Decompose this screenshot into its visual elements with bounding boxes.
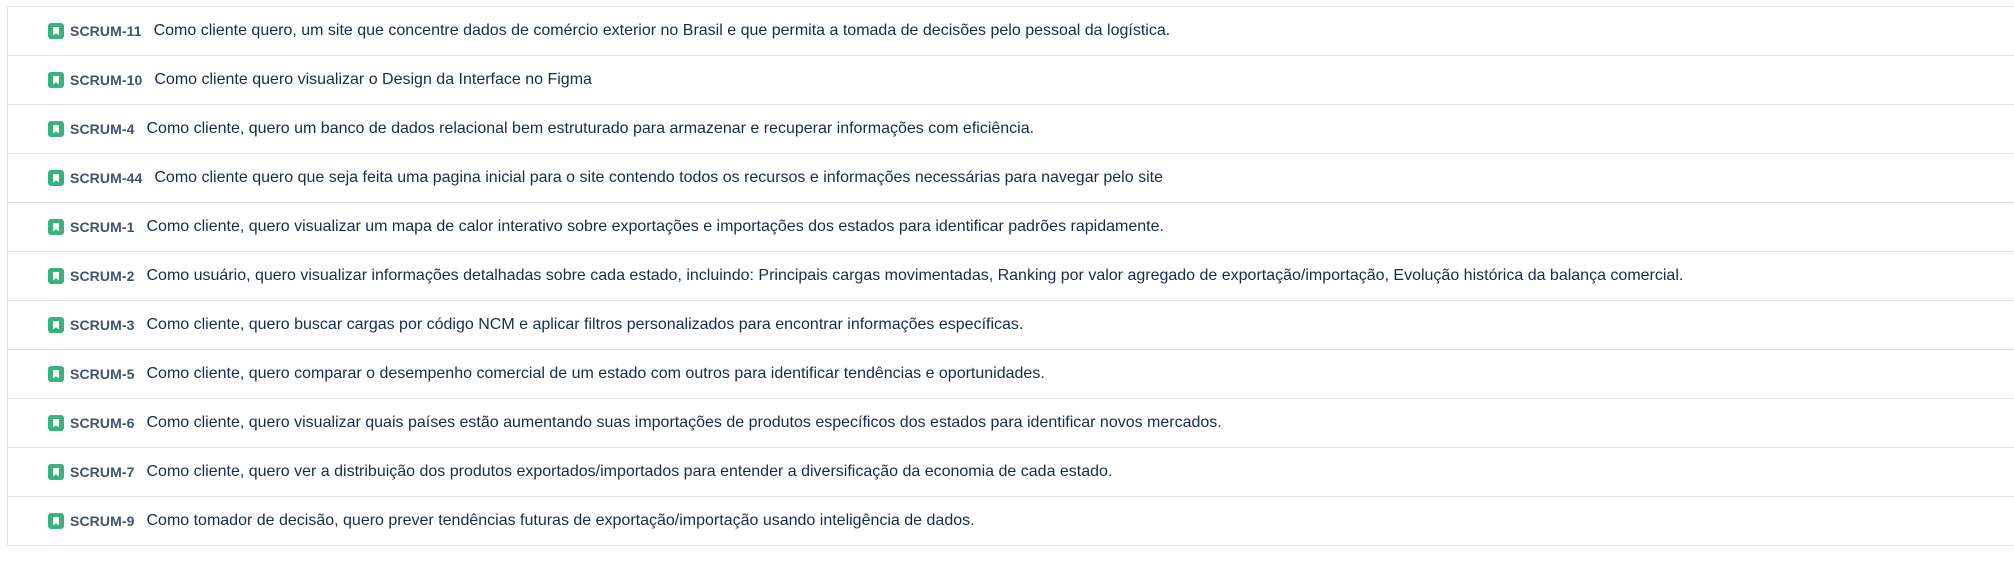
story-bookmark-icon [48,268,64,284]
issue-summary[interactable]: Como cliente, quero ver a distribuição d… [146,463,1112,481]
issue-summary[interactable]: Como cliente, quero um banco de dados re… [146,120,1034,138]
story-bookmark-icon [48,464,64,480]
issue-key[interactable]: SCRUM-10 [70,72,142,88]
story-bookmark-icon [48,170,64,186]
story-bookmark-icon [48,415,64,431]
issue-summary[interactable]: Como cliente quero visualizar o Design d… [154,71,592,89]
issue-row[interactable]: SCRUM-1 Como cliente, quero visualizar u… [8,203,2014,252]
story-bookmark-icon [48,317,64,333]
issue-summary[interactable]: Como cliente, quero visualizar quais paí… [146,414,1221,432]
issue-summary[interactable]: Como cliente, quero comparar o desempenh… [146,365,1044,383]
issue-summary[interactable]: Como tomador de decisão, quero prever te… [146,512,974,530]
issue-summary[interactable]: Como cliente, quero buscar cargas por có… [146,316,1023,334]
issue-key[interactable]: SCRUM-11 [70,23,142,39]
issue-key[interactable]: SCRUM-7 [70,464,134,480]
issue-row[interactable]: SCRUM-3 Como cliente, quero buscar carga… [8,301,2014,350]
issue-key[interactable]: SCRUM-1 [70,219,134,235]
issue-row[interactable]: SCRUM-6 Como cliente, quero visualizar q… [8,399,2014,448]
story-bookmark-icon [48,219,64,235]
issue-row[interactable]: SCRUM-5 Como cliente, quero comparar o d… [8,350,2014,399]
issue-row[interactable]: SCRUM-2 Como usuário, quero visualizar i… [8,252,2014,301]
issue-row[interactable]: SCRUM-4 Como cliente, quero um banco de … [8,105,2014,154]
story-bookmark-icon [48,513,64,529]
issue-row[interactable]: SCRUM-44 Como cliente quero que seja fei… [8,154,2014,203]
issue-key[interactable]: SCRUM-2 [70,268,134,284]
issue-key[interactable]: SCRUM-3 [70,317,134,333]
story-bookmark-icon [48,72,64,88]
issue-key[interactable]: SCRUM-4 [70,121,134,137]
issue-summary[interactable]: Como usuário, quero visualizar informaçõ… [146,267,1683,285]
story-bookmark-icon [48,121,64,137]
issue-row[interactable]: SCRUM-10 Como cliente quero visualizar o… [8,56,2014,105]
issue-summary[interactable]: Como cliente quero que seja feita uma pa… [154,169,1163,187]
story-bookmark-icon [48,366,64,382]
issue-key[interactable]: SCRUM-6 [70,415,134,431]
issue-key[interactable]: SCRUM-44 [70,170,142,186]
issue-key[interactable]: SCRUM-5 [70,366,134,382]
issue-key[interactable]: SCRUM-9 [70,513,134,529]
issue-row[interactable]: SCRUM-11 Como cliente quero, um site que… [8,7,2014,56]
issue-list: SCRUM-11 Como cliente quero, um site que… [7,6,2014,546]
issue-summary[interactable]: Como cliente quero, um site que concentr… [154,22,1171,40]
story-bookmark-icon [48,23,64,39]
issue-row[interactable]: SCRUM-9 Como tomador de decisão, quero p… [8,497,2014,546]
issue-row[interactable]: SCRUM-7 Como cliente, quero ver a distri… [8,448,2014,497]
issue-summary[interactable]: Como cliente, quero visualizar um mapa d… [146,218,1163,236]
